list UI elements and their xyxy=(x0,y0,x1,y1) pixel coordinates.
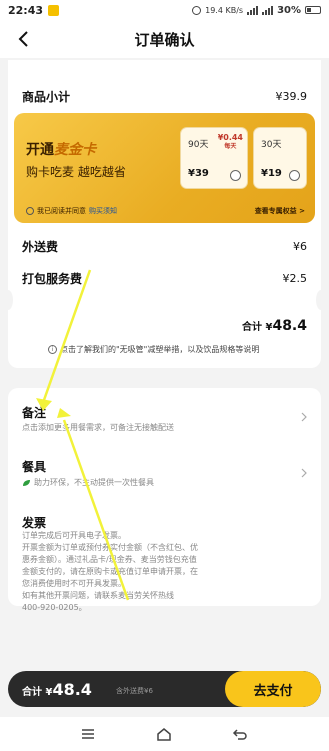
total-label: 合计 xyxy=(242,322,262,333)
plan-radio[interactable] xyxy=(289,170,300,181)
plan-90-days[interactable]: 90天 ¥0.44 每天 ¥39 xyxy=(180,127,248,189)
battery-icon xyxy=(305,6,321,14)
vip-title: 开通麦金卡 xyxy=(26,139,96,159)
status-bar: 22:43 19.4 KB/s 30% xyxy=(0,0,329,20)
plan-radio[interactable] xyxy=(230,170,241,181)
tableware-subtitle: 助力环保，不主动提供一次性餐具 xyxy=(22,477,154,488)
system-nav-bar xyxy=(0,717,329,751)
delivery-fee-row: 外送费 ¥6 xyxy=(22,238,307,255)
packing-fee-value: ¥2.5 xyxy=(282,272,308,285)
tableware-subtitle-text: 助力环保，不主动提供一次性餐具 xyxy=(34,478,154,487)
card-notch-right xyxy=(316,290,326,310)
purchase-notice-link[interactable]: 购买须知 xyxy=(89,206,117,216)
straw-note-text: 点击了解我们的"无吸管"减塑举措，以及饮品规格等说明 xyxy=(60,345,260,354)
vip-title-prefix: 开通 xyxy=(26,142,54,158)
vip-card-promo[interactable]: 开通麦金卡 购卡吃麦 越吃越省 90天 ¥0.44 每天 ¥39 30天 ¥19… xyxy=(14,113,315,223)
delivery-fee-value: ¥6 xyxy=(293,240,307,253)
agree-text: 我已阅读并同意 xyxy=(37,207,86,215)
daily-unit: 每天 xyxy=(224,143,237,150)
invoice-line: 您消费使用时不可开具发票。 xyxy=(22,579,126,588)
plan-days: 30天 xyxy=(261,140,282,150)
subtotal-label: 商品小计 xyxy=(22,90,71,104)
total-row: 合计 ¥48.4 xyxy=(242,318,307,334)
packing-fee-row: 打包服务费 ¥2.5 xyxy=(22,270,307,287)
vip-agreement[interactable]: 我已阅读并同意 购买须知 xyxy=(26,206,117,216)
pay-total: 合计 ¥48.4 xyxy=(22,680,92,699)
remark-title: 备注 xyxy=(22,406,47,420)
home-icon[interactable] xyxy=(156,726,172,742)
delivery-fee-label: 外送费 xyxy=(22,240,59,254)
vip-subtitle: 购卡吃麦 越吃越省 xyxy=(26,165,126,179)
invoice-line: 如有其他开票问题，请联系麦当劳关怀热线 xyxy=(22,591,174,600)
alarm-icon xyxy=(192,5,202,15)
pay-total-label: 合计 xyxy=(22,687,42,698)
info-icon: i xyxy=(48,345,57,354)
agree-checkbox[interactable] xyxy=(26,207,34,215)
invoice-line: 惠券金额）。通过礼品卡/现金券、麦当劳钱包充值 xyxy=(22,555,197,564)
options-card: 备注 点击添加更多用餐需求，可备注无接触配送 餐具 助力环保，不主动提供一次性餐… xyxy=(8,388,321,612)
back-arrow-icon[interactable] xyxy=(14,29,34,49)
invoice-line: 金额支付的，请在原购卡或充值订单申请开票，在 xyxy=(22,567,198,576)
plan-30-days[interactable]: 30天 ¥19 xyxy=(253,127,307,189)
invoice-description: 订单完成后可开具电子发票。 开票金额为订单或预付券实付金额（不含红包、优 惠券金… xyxy=(22,530,262,614)
status-right: 19.4 KB/s 30% xyxy=(192,5,321,16)
plan-daily-price: ¥0.44 每天 xyxy=(218,133,243,151)
signal-icon xyxy=(247,5,259,15)
invoice-line: 400-920-0205。 xyxy=(22,603,87,612)
invoice-line: 订单完成后可开具电子发票。 xyxy=(22,531,126,540)
subtotal-value: ¥39.9 xyxy=(275,90,308,103)
pay-button[interactable]: 去支付 xyxy=(225,671,321,707)
plan-price: ¥39 xyxy=(188,168,209,179)
net-speed: 19.4 KB/s xyxy=(205,5,244,15)
pay-fee-note: 含外送费¥6 xyxy=(116,687,153,695)
card-notch-left xyxy=(3,290,13,310)
invoice-line: 开票金额为订单或预付券实付金额（不含红包、优 xyxy=(22,543,198,552)
vip-title-highlight: 麦金卡 xyxy=(54,142,96,158)
subtotal-row: 商品小计 ¥39.9 xyxy=(22,88,307,105)
daily-price: ¥0.44 xyxy=(217,133,243,142)
leaf-icon xyxy=(23,479,30,486)
pay-bar: 合计 ¥48.4 含外送费¥6 去支付 xyxy=(8,671,321,707)
page-title: 订单确认 xyxy=(134,30,195,49)
signal-icon-2 xyxy=(262,5,274,15)
tableware-title: 餐具 xyxy=(22,460,47,474)
header: 订单确认 xyxy=(0,20,329,58)
packing-fee-label: 打包服务费 xyxy=(22,272,83,286)
back-icon[interactable] xyxy=(232,726,248,742)
chevron-right-icon xyxy=(301,468,307,478)
straw-note-link[interactable]: i 点击了解我们的"无吸管"减塑举措，以及饮品规格等说明 xyxy=(48,344,259,355)
view-benefits-link[interactable]: 查看专属权益 > xyxy=(255,206,305,216)
chevron-right-icon xyxy=(301,412,307,422)
notification-icon xyxy=(48,4,60,16)
pay-total-value: 48.4 xyxy=(52,680,92,699)
battery-percent: 30% xyxy=(277,4,301,16)
plan-price: ¥19 xyxy=(261,168,282,179)
order-summary-card: 商品小计 ¥39.9 开通麦金卡 购卡吃麦 越吃越省 90天 ¥0.44 每天 … xyxy=(3,60,326,368)
plan-days: 90天 xyxy=(188,140,209,150)
invoice-title: 发票 xyxy=(22,516,47,530)
menu-icon[interactable] xyxy=(80,726,96,742)
remark-subtitle: 点击添加更多用餐需求，可备注无接触配送 xyxy=(22,423,174,432)
total-value: 48.4 xyxy=(272,318,307,334)
status-time: 22:43 xyxy=(8,3,44,17)
